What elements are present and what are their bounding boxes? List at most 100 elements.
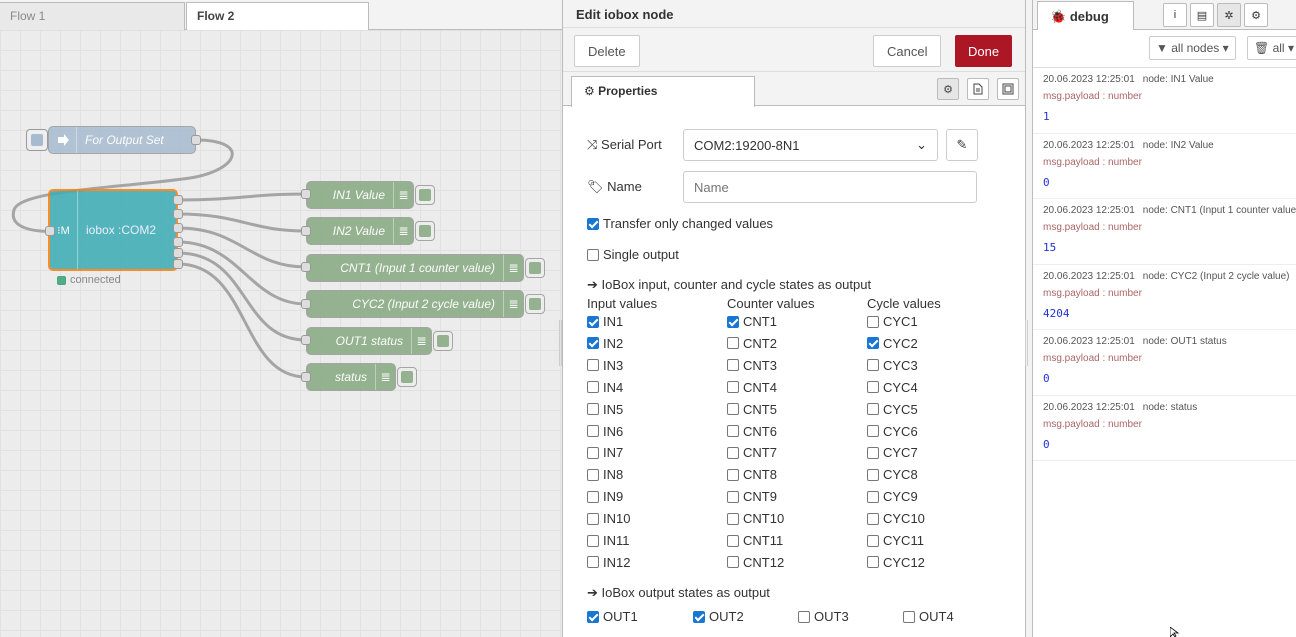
checkbox-in7[interactable]: IN7: [587, 445, 623, 460]
debug-node[interactable]: CYC2 (Input 2 cycle value) ≣: [306, 290, 545, 318]
debug-message[interactable]: 20.06.2023 12:25:01 node: CNT1 (Input 1 c…: [1033, 199, 1296, 265]
debug-input-port[interactable]: [301, 189, 311, 199]
checkbox-cnt10[interactable]: CNT10: [727, 511, 784, 526]
checkbox-out3[interactable]: OUT3: [798, 609, 849, 624]
debug-toggle-button[interactable]: [525, 258, 545, 278]
description-icon[interactable]: [967, 78, 989, 100]
checkbox-cnt12[interactable]: CNT12: [727, 555, 784, 570]
checkbox-cyc6[interactable]: CYC6: [867, 424, 918, 439]
single-output-checkbox[interactable]: Single output: [587, 247, 679, 262]
delete-button[interactable]: Delete: [574, 35, 640, 67]
message-value[interactable]: 0: [1043, 372, 1288, 385]
checkbox-in4[interactable]: IN4: [587, 380, 623, 395]
debug-input-port[interactable]: [301, 299, 311, 309]
iobox-input-port[interactable]: [45, 226, 55, 236]
checkbox-cnt6[interactable]: CNT6: [727, 424, 777, 439]
message-value[interactable]: 4204: [1043, 307, 1288, 320]
book-icon[interactable]: ▤: [1190, 3, 1214, 27]
debug-node[interactable]: CNT1 (Input 1 counter value) ≣: [306, 254, 545, 282]
debug-message[interactable]: 20.06.2023 12:25:01 node: IN1 Value msg.pa…: [1033, 68, 1296, 134]
checkbox-in10[interactable]: IN10: [587, 511, 630, 526]
message-value[interactable]: 0: [1043, 176, 1288, 189]
iobox-node[interactable]: ⁝M iobox :COM2: [48, 189, 178, 271]
message-node[interactable]: node: CYC2 (Input 2 cycle value): [1143, 271, 1290, 282]
checkbox-in11[interactable]: IN11: [587, 533, 630, 548]
splitter-handle[interactable]: [1025, 320, 1028, 366]
checkbox-out4[interactable]: OUT4: [903, 609, 954, 624]
inject-output-port[interactable]: [191, 135, 201, 145]
transfer-only-changed-checkbox[interactable]: Transfer only changed values: [587, 216, 773, 231]
checkbox-cyc8[interactable]: CYC8: [867, 467, 918, 482]
debug-input-port[interactable]: [301, 372, 311, 382]
debug-toggle-button[interactable]: [433, 331, 453, 351]
checkbox-cnt3[interactable]: CNT3: [727, 358, 777, 373]
checkbox-in6[interactable]: IN6: [587, 424, 623, 439]
debug-toggle-button[interactable]: [415, 185, 435, 205]
checkbox-cyc10[interactable]: CYC10: [867, 511, 925, 526]
message-node[interactable]: node: CNT1 (Input 1 counter value): [1143, 205, 1296, 216]
message-node[interactable]: node: IN2 Value: [1143, 140, 1214, 151]
done-button[interactable]: Done: [955, 35, 1012, 67]
appearance-icon[interactable]: [997, 78, 1019, 100]
cancel-button[interactable]: Cancel: [873, 35, 942, 67]
checkbox-cnt9[interactable]: CNT9: [727, 489, 777, 504]
iobox-output-port[interactable]: [173, 259, 183, 269]
tab-debug[interactable]: 🐞 debug: [1037, 1, 1134, 31]
filter-nodes-button[interactable]: ▼ all nodes ▾: [1149, 36, 1236, 60]
checkbox-in5[interactable]: IN5: [587, 402, 623, 417]
iobox-output-port[interactable]: [173, 248, 183, 258]
checkbox-cnt4[interactable]: CNT4: [727, 380, 777, 395]
checkbox-in3[interactable]: IN3: [587, 358, 623, 373]
debug-node[interactable]: OUT1 status ≣: [306, 327, 453, 355]
debug-message[interactable]: 20.06.2023 12:25:01 node: OUT1 status msg.…: [1033, 330, 1296, 396]
checkbox-in9[interactable]: IN9: [587, 489, 623, 504]
debug-message[interactable]: 20.06.2023 12:25:01 node: status msg.paylo…: [1033, 396, 1296, 461]
name-input[interactable]: [683, 171, 977, 203]
message-value[interactable]: 0: [1043, 438, 1288, 451]
checkbox-cyc3[interactable]: CYC3: [867, 358, 918, 373]
debug-message[interactable]: 20.06.2023 12:25:01 node: CYC2 (Input 2 c…: [1033, 265, 1296, 330]
message-value[interactable]: 1: [1043, 110, 1288, 123]
inject-node[interactable]: For Output Set: [48, 126, 196, 154]
checkbox-cnt7[interactable]: CNT7: [727, 445, 777, 460]
clear-messages-button[interactable]: 🗑 all ▾: [1247, 36, 1296, 60]
iobox-output-port[interactable]: [173, 223, 183, 233]
checkbox-cyc1[interactable]: CYC1: [867, 314, 918, 329]
debug-input-port[interactable]: [301, 262, 311, 272]
edit-serial-port-button[interactable]: ✎: [946, 129, 978, 161]
debug-toggle-button[interactable]: [525, 294, 545, 314]
debug-input-port[interactable]: [301, 335, 311, 345]
checkbox-out2[interactable]: OUT2: [693, 609, 744, 624]
serial-port-select[interactable]: COM2:19200-8N1 ⌄: [683, 129, 938, 161]
debug-node[interactable]: status ≣: [306, 363, 417, 391]
checkbox-cyc5[interactable]: CYC5: [867, 402, 918, 417]
checkbox-cnt8[interactable]: CNT8: [727, 467, 777, 482]
debug-toggle-button[interactable]: [397, 367, 417, 387]
bug-icon[interactable]: ✲: [1217, 3, 1241, 27]
checkbox-cnt1[interactable]: CNT1: [727, 314, 777, 329]
checkbox-in1[interactable]: IN1: [587, 314, 623, 329]
gear-icon[interactable]: ⚙: [1244, 3, 1268, 27]
checkbox-cyc9[interactable]: CYC9: [867, 489, 918, 504]
message-node[interactable]: node: OUT1 status: [1143, 336, 1227, 347]
tab-properties[interactable]: ⚙ Properties: [571, 76, 755, 107]
debug-message[interactable]: 20.06.2023 12:25:01 node: IN2 Value msg.pa…: [1033, 134, 1296, 199]
debug-node[interactable]: IN1 Value ≣: [306, 181, 435, 209]
debug-toggle-button[interactable]: [415, 221, 435, 241]
debug-input-port[interactable]: [301, 226, 311, 236]
inject-button[interactable]: [26, 129, 48, 151]
iobox-output-port[interactable]: [173, 209, 183, 219]
message-node[interactable]: node: status: [1143, 402, 1197, 413]
checkbox-cnt2[interactable]: CNT2: [727, 336, 777, 351]
checkbox-cyc4[interactable]: CYC4: [867, 380, 918, 395]
checkbox-cyc12[interactable]: CYC12: [867, 555, 925, 570]
settings-gear-icon[interactable]: ⚙: [937, 78, 959, 100]
checkbox-cnt5[interactable]: CNT5: [727, 402, 777, 417]
iobox-output-port[interactable]: [173, 195, 183, 205]
checkbox-in8[interactable]: IN8: [587, 467, 623, 482]
message-node[interactable]: node: IN1 Value: [1143, 74, 1214, 85]
info-icon[interactable]: i: [1163, 3, 1187, 27]
checkbox-in2[interactable]: IN2: [587, 336, 623, 351]
checkbox-cyc2[interactable]: CYC2: [867, 336, 918, 351]
checkbox-cnt11[interactable]: CNT11: [727, 533, 783, 548]
